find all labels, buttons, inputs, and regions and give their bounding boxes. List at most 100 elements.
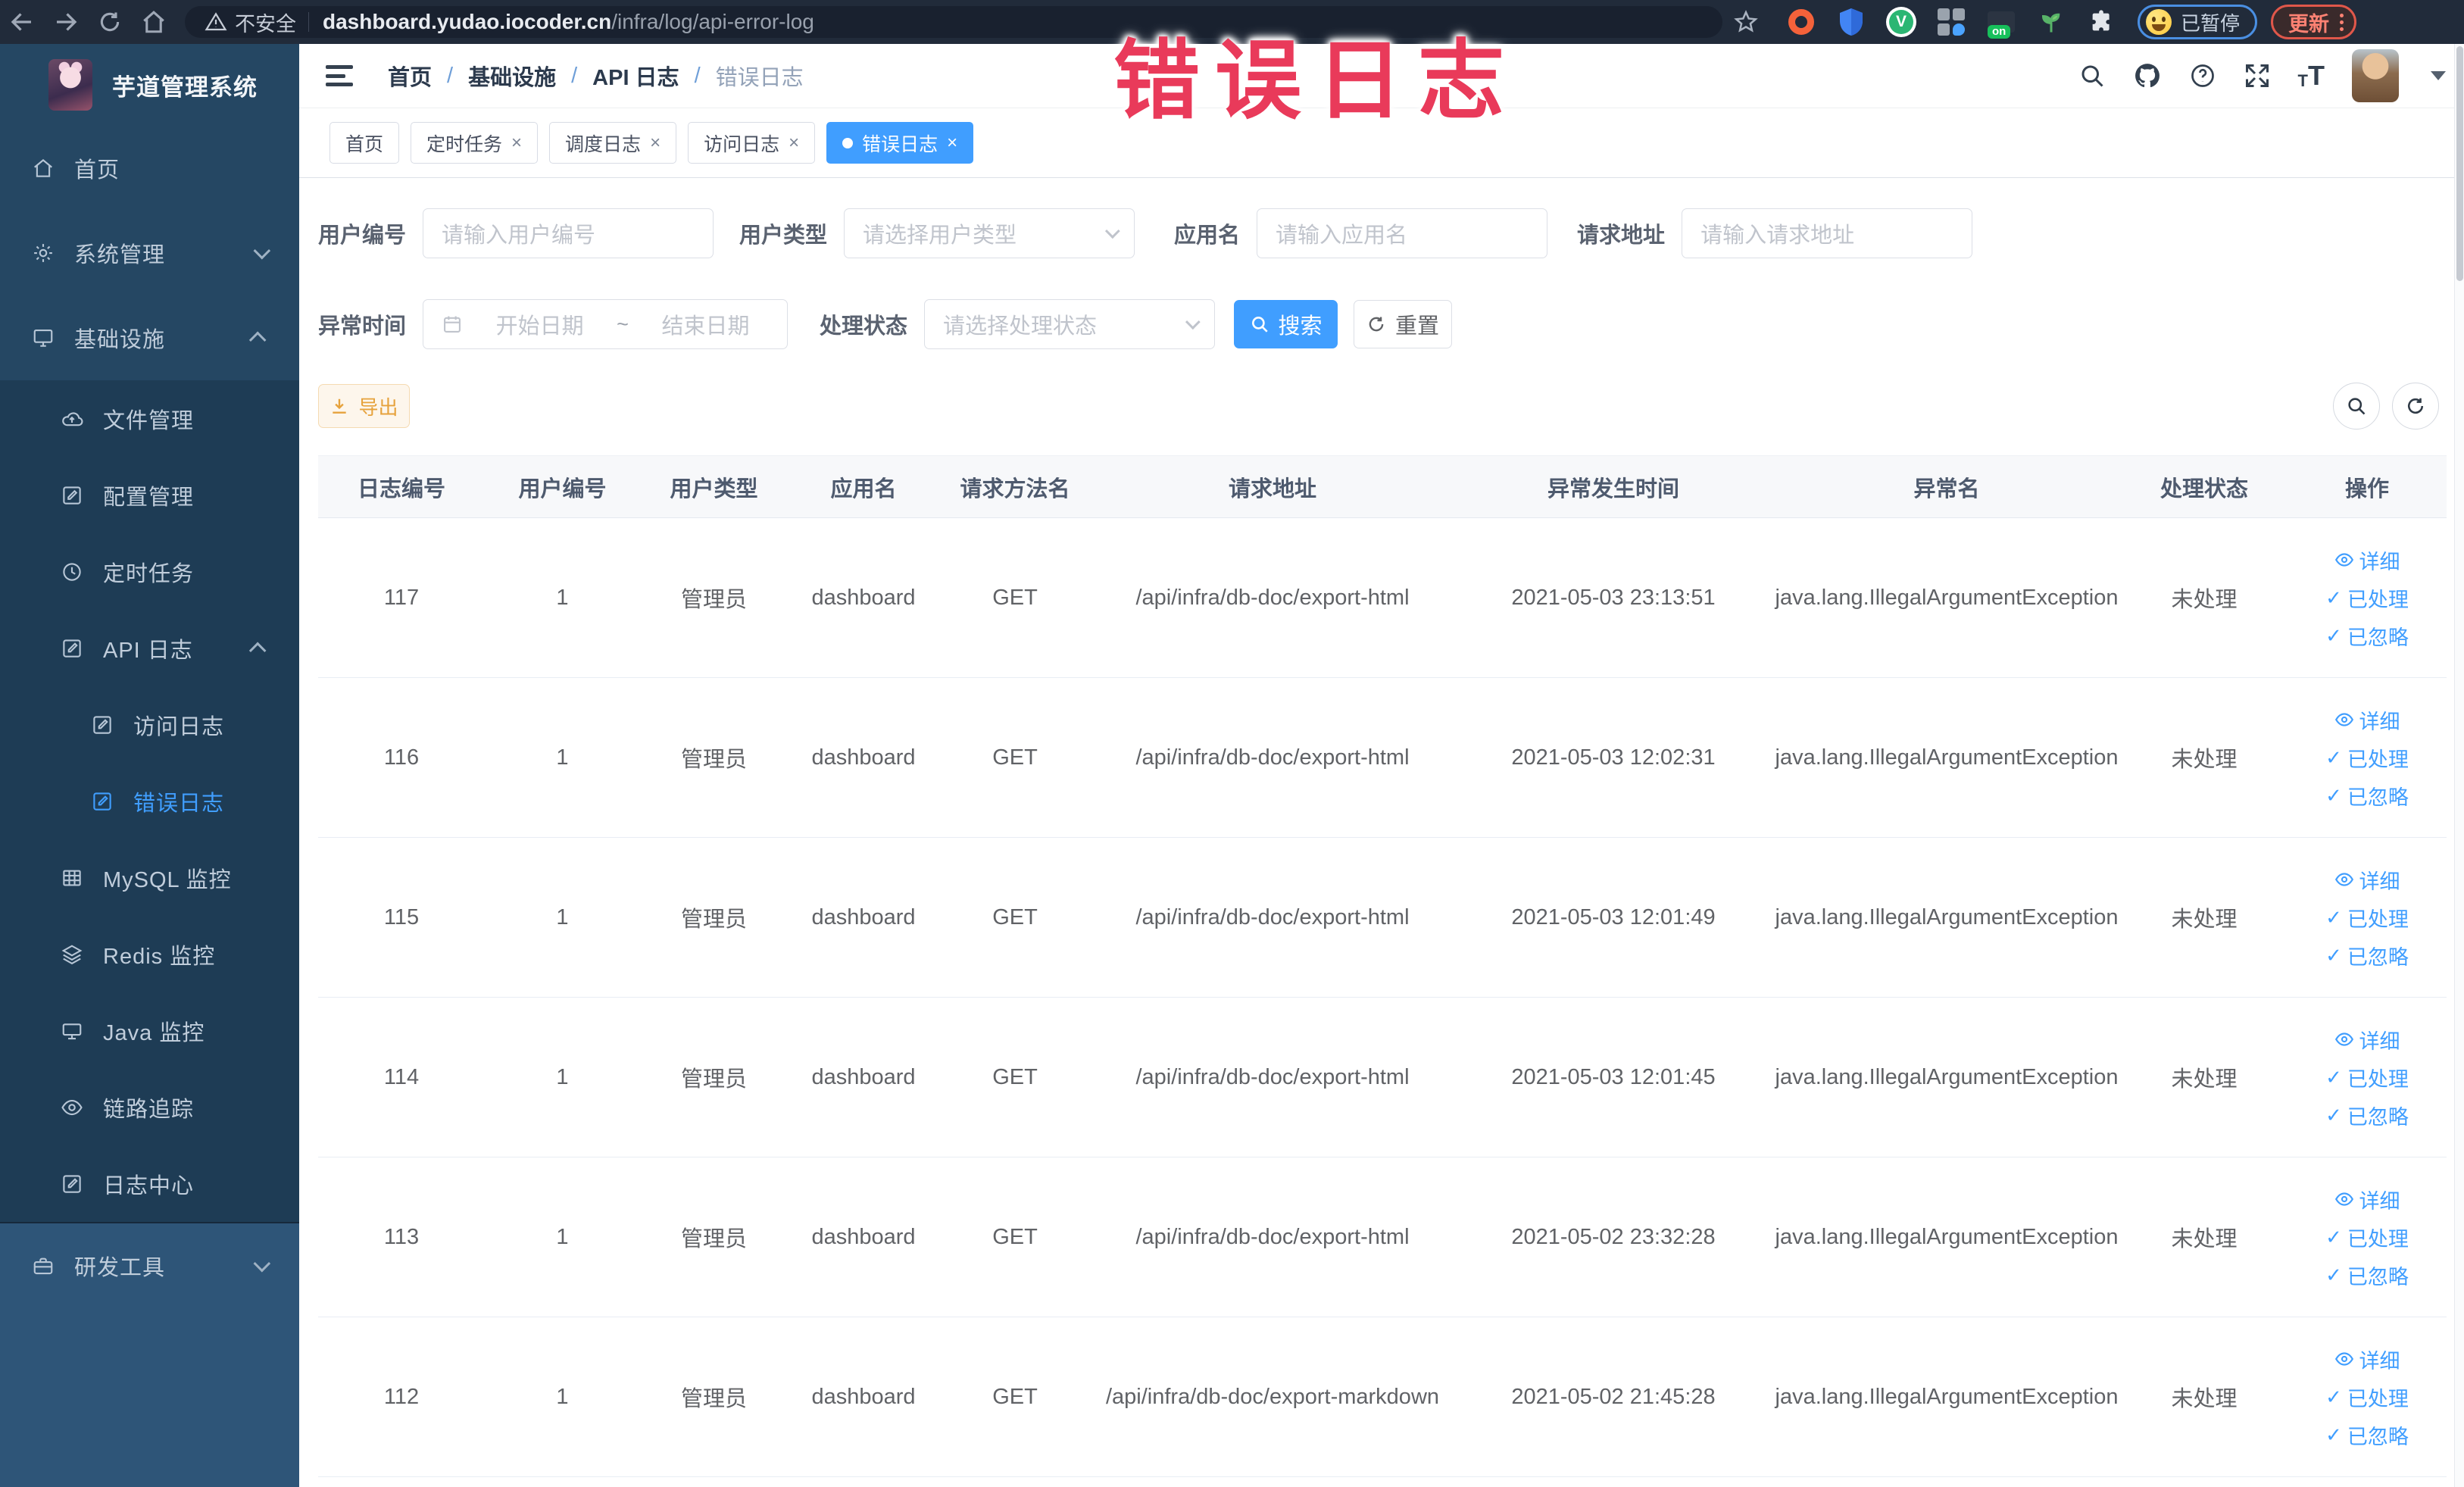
tag-错误日志[interactable]: 错误日志 × — [826, 122, 974, 164]
request-url-input[interactable]: 请输入请求地址 — [1682, 208, 1973, 258]
sidebar-item-系统管理[interactable]: 系统管理 — [0, 211, 299, 295]
sidebar-item-配置管理[interactable]: 配置管理 — [0, 457, 299, 533]
page-scrollbar[interactable] — [2454, 44, 2464, 1487]
eye-icon — [2334, 1029, 2354, 1049]
action-详细[interactable]: 详细 — [2334, 705, 2400, 735]
sidebar-item-首页[interactable]: 首页 — [0, 126, 299, 211]
action-已处理[interactable]: ✓ 已处理 — [2325, 743, 2409, 773]
close-icon[interactable]: × — [511, 133, 522, 152]
refresh-table-button[interactable] — [2392, 383, 2439, 430]
tag-定时任务[interactable]: 定时任务 × — [411, 122, 539, 164]
download-icon — [333, 398, 347, 414]
back-icon[interactable] — [0, 0, 44, 44]
tag-访问日志[interactable]: 访问日志 × — [688, 122, 816, 164]
user-type-select[interactable]: 请选择用户类型 — [844, 208, 1135, 258]
cell-method: GET — [939, 837, 1091, 998]
column-header: 请求地址 — [1091, 455, 1454, 518]
action-已忽略[interactable]: ✓ 已忽略 — [2325, 1261, 2409, 1290]
sidebar-item-链路追踪[interactable]: 链路追踪 — [0, 1069, 299, 1145]
exception-time-range-picker[interactable]: 开始日期 ~ 结束日期 — [423, 299, 789, 349]
sidebar-item-研发工具[interactable]: 研发工具 — [0, 1223, 299, 1308]
sidebar-item-Java 监控[interactable]: Java 监控 — [0, 992, 299, 1069]
action-已处理[interactable]: ✓ 已处理 — [2325, 583, 2409, 613]
app-brand[interactable]: 芋道管理系统 — [0, 44, 299, 126]
sidebar-item-错误日志[interactable]: 错误日志 — [0, 763, 299, 839]
forward-icon[interactable] — [44, 0, 88, 44]
chrome-update-button[interactable]: 更新 — [2271, 5, 2357, 39]
tag-调度日志[interactable]: 调度日志 × — [549, 122, 677, 164]
action-已忽略[interactable]: ✓ 已忽略 — [2325, 1420, 2409, 1450]
hamburger-icon[interactable] — [326, 63, 356, 89]
action-已处理[interactable]: ✓ 已处理 — [2325, 1382, 2409, 1412]
cell-id: 113 — [318, 1157, 485, 1317]
chevron-down-icon[interactable] — [2431, 71, 2446, 80]
reset-button[interactable]: 重置 — [1354, 300, 1453, 348]
sidebar-item-基础设施[interactable]: 基础设施 — [0, 295, 299, 380]
action-已忽略[interactable]: ✓ 已忽略 — [2325, 1101, 2409, 1130]
extension-grid-icon[interactable] — [1935, 5, 1968, 39]
reload-icon[interactable] — [88, 0, 132, 44]
font-size-icon[interactable]: TT — [2298, 62, 2325, 89]
app-name-input[interactable]: 请输入应用名 — [1257, 208, 1548, 258]
check-icon: ✓ — [2325, 1263, 2342, 1286]
home-icon[interactable] — [132, 0, 176, 44]
sidebar-item-API 日志[interactable]: API 日志 — [0, 610, 299, 686]
bookmark-star-icon[interactable] — [1733, 9, 1759, 35]
user-id-input[interactable]: 请输入用户编号 — [423, 208, 714, 258]
tag-首页[interactable]: 首页 — [329, 122, 400, 164]
sidebar-item-Redis 监控[interactable]: Redis 监控 — [0, 916, 299, 992]
help-icon[interactable] — [2189, 62, 2216, 89]
fullscreen-icon[interactable] — [2244, 62, 2271, 89]
kebab-menu-icon[interactable] — [2340, 13, 2344, 31]
process-status-select[interactable]: 请选择处理状态 — [924, 299, 1216, 349]
sidebar-item-日志中心[interactable]: 日志中心 — [0, 1145, 299, 1222]
refresh-icon — [1369, 317, 1384, 332]
action-详细[interactable]: 详细 — [2334, 1345, 2400, 1374]
cell-actions: 详细 ✓ 已处理 ✓ 已忽略 — [2288, 677, 2447, 838]
extension-orange-icon[interactable] — [1785, 5, 1818, 39]
sidebar-item-定时任务[interactable]: 定时任务 — [0, 533, 299, 610]
paused-label: 已暂停 — [2181, 11, 2241, 35]
action-详细[interactable]: 详细 — [2334, 545, 2400, 575]
scrollbar-thumb[interactable] — [2456, 46, 2463, 281]
action-已忽略[interactable]: ✓ 已忽略 — [2325, 621, 2409, 651]
search-icon[interactable] — [2078, 62, 2106, 89]
close-icon[interactable]: × — [789, 133, 799, 152]
sidebar-item-MySQL 监控[interactable]: MySQL 监控 — [0, 839, 299, 916]
extension-shield-icon[interactable] — [1835, 5, 1868, 39]
extension-v-icon[interactable]: V — [1885, 5, 1918, 39]
cell-user_type: 管理员 — [640, 677, 788, 838]
toggle-search-button[interactable] — [2333, 383, 2380, 430]
user-avatar[interactable] — [2352, 49, 2399, 102]
breadcrumb-item[interactable]: 首页 — [388, 60, 432, 92]
extension-on-icon[interactable]: on — [1985, 5, 2018, 39]
table-row: 115 1 管理员 dashboard GET/api/infra/db-doc/exp… — [318, 837, 2447, 998]
action-详细[interactable]: 详细 — [2334, 865, 2400, 895]
eye-icon — [2334, 1349, 2354, 1369]
table-row: 117 1 管理员 dashboard GET/api/infra/db-doc/exp… — [318, 517, 2447, 678]
action-详细[interactable]: 详细 — [2334, 1025, 2400, 1054]
filter-row-1: 用户编号 请输入用户编号 用户类型 请选择用户类型 应用名 请输入应用名 请求地… — [318, 208, 2447, 258]
column-header: 日志编号 — [318, 455, 485, 518]
extension-plant-icon[interactable] — [2035, 5, 2068, 39]
github-icon[interactable] — [2133, 61, 2162, 90]
action-已处理[interactable]: ✓ 已处理 — [2325, 903, 2409, 932]
close-icon[interactable]: × — [947, 133, 957, 152]
cell-method: GET — [939, 1157, 1091, 1317]
breadcrumb-item[interactable]: API 日志 — [592, 60, 679, 92]
action-已忽略[interactable]: ✓ 已忽略 — [2325, 941, 2409, 970]
action-详细[interactable]: 详细 — [2334, 1185, 2400, 1214]
export-button[interactable]: 导出 — [318, 384, 410, 428]
action-已处理[interactable]: ✓ 已处理 — [2325, 1063, 2409, 1092]
action-已忽略[interactable]: ✓ 已忽略 — [2325, 781, 2409, 811]
cell-time: 2021-05-02 21:45:28 — [1454, 1317, 1772, 1477]
sidebar-item-文件管理[interactable]: 文件管理 — [0, 380, 299, 457]
sidebar-item-访问日志[interactable]: 访问日志 — [0, 686, 299, 763]
action-已处理[interactable]: ✓ 已处理 — [2325, 1223, 2409, 1252]
close-icon[interactable]: × — [650, 133, 661, 152]
breadcrumb-item[interactable]: 基础设施 — [468, 60, 556, 92]
search-button[interactable]: 搜索 — [1234, 300, 1338, 348]
extensions-puzzle-icon[interactable] — [2085, 5, 2118, 39]
address-bar[interactable]: 不安全 dashboard.yudao.iocoder.cn/infra/log… — [185, 6, 1722, 38]
profile-paused-badge[interactable]: 已暂停 — [2138, 5, 2258, 39]
